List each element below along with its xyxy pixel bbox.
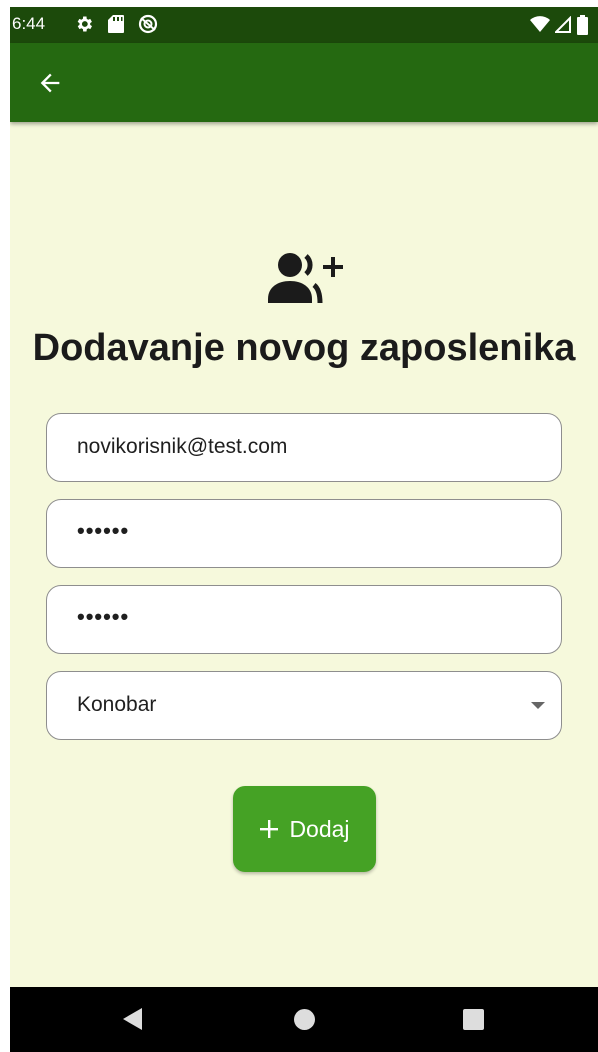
add-employee-button[interactable]: Dodaj [233, 786, 376, 872]
battery-icon [577, 15, 588, 40]
data-saver-icon [138, 14, 158, 39]
email-field[interactable]: novikorisnik@test.com [46, 413, 562, 482]
app-screen: 6:44 Dodavanje novog zaposlenika novikor… [10, 7, 598, 1052]
status-time: 6:44 [12, 14, 46, 33]
nav-back-button[interactable] [122, 1007, 144, 1036]
dropdown-arrow-icon [531, 702, 545, 709]
signal-icon [553, 15, 572, 39]
back-button[interactable] [36, 69, 64, 97]
confirm-password-value: •••••• [77, 604, 130, 629]
email-value: novikorisnik@test.com [77, 435, 288, 458]
page-title: Dodavanje novog zaposlenika [32, 327, 576, 369]
status-bar: 6:44 [10, 7, 598, 43]
status-icons-left [74, 14, 158, 39]
role-dropdown[interactable]: Konobar [46, 671, 562, 740]
sd-card-icon [107, 14, 125, 39]
app-bar [10, 43, 598, 122]
status-icons-right [530, 15, 588, 40]
system-nav-bar [10, 987, 598, 1052]
nav-back-icon [123, 1008, 142, 1030]
add-button-label: Dodaj [289, 815, 350, 842]
arrow-back-icon [40, 73, 60, 93]
confirm-password-field[interactable]: •••••• [46, 585, 562, 654]
role-selected-value: Konobar [77, 693, 157, 716]
nav-recents-button[interactable] [463, 1009, 484, 1030]
settings-icon [74, 14, 94, 39]
wifi-icon [530, 16, 550, 39]
password-value: •••••• [77, 518, 130, 543]
nav-home-button[interactable] [294, 1009, 315, 1030]
person-add-icon [266, 247, 346, 307]
add-icon [260, 820, 279, 838]
password-field[interactable]: •••••• [46, 499, 562, 568]
